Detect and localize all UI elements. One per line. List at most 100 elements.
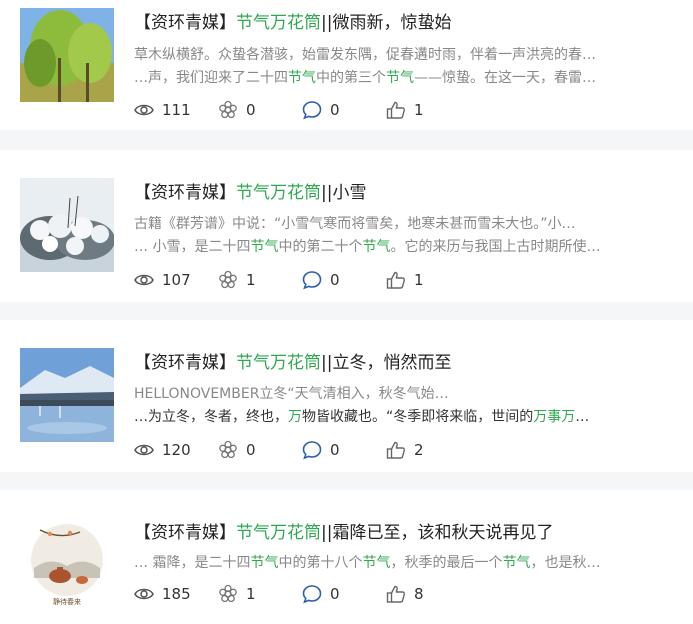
comments-stat[interactable]: 0 bbox=[302, 584, 386, 604]
shares-stat[interactable]: 1 bbox=[218, 584, 302, 604]
eye-icon bbox=[134, 104, 154, 116]
likes-count: 1 bbox=[414, 271, 424, 289]
likes-count: 1 bbox=[414, 101, 424, 119]
comments-stat[interactable]: 0 bbox=[302, 100, 386, 120]
views-count: 185 bbox=[162, 585, 191, 603]
article-excerpt-line-2: … 小雪，是二十四节气中的第二十个节气。它的来历与我国上古时期所使… bbox=[134, 236, 679, 258]
eye-icon bbox=[134, 444, 154, 456]
views-stat: 107 bbox=[134, 270, 218, 290]
excerpt-text: 中的第十八个 bbox=[278, 555, 363, 571]
views-stat: 185 bbox=[134, 584, 218, 604]
article-stats: 111 0 0 1 bbox=[134, 98, 470, 122]
eye-icon bbox=[134, 588, 154, 600]
comments-count: 0 bbox=[330, 101, 340, 119]
article-card[interactable]: 【资环青媒】节气万花筒||小雪 古籍《群芳谱》中说：“小雪气寒而将雪矣，地寒未甚… bbox=[0, 150, 693, 302]
views-stat: 120 bbox=[134, 440, 218, 460]
excerpt-highlight: 节气 bbox=[362, 239, 391, 255]
title-suffix: ||小雪 bbox=[321, 183, 367, 203]
title-highlight: 节气万花筒 bbox=[236, 183, 321, 203]
title-suffix: ||立冬，悄然而至 bbox=[321, 353, 452, 373]
article-title[interactable]: 【资环青媒】节气万花筒||立冬，悄然而至 bbox=[134, 351, 451, 375]
title-prefix: 【资环青媒】 bbox=[134, 183, 236, 203]
article-card[interactable]: 静待春来 【资环青媒】节气万花筒||霜降已至，该和秋天说再见了 … 霜降，是二十… bbox=[0, 490, 693, 624]
likes-stat[interactable]: 1 bbox=[386, 100, 470, 120]
title-suffix: ||霜降已至，该和秋天说再见了 bbox=[321, 523, 554, 543]
share-flower-icon[interactable] bbox=[218, 100, 238, 120]
article-excerpt-line-1: HELLONOVEMBER立冬“天气清相入，秋冬气始… bbox=[134, 383, 679, 405]
excerpt-text: …声，我们迎来了二十四 bbox=[134, 70, 288, 86]
shares-stat[interactable]: 1 bbox=[218, 270, 302, 290]
shares-count: 0 bbox=[246, 441, 256, 459]
thumb-caption: 静待春来 bbox=[53, 597, 81, 606]
excerpt-highlight: 万事万 bbox=[533, 409, 576, 425]
excerpt-highlight: 节气 bbox=[288, 70, 316, 86]
article-title[interactable]: 【资环青媒】节气万花筒||小雪 bbox=[134, 181, 366, 205]
excerpt-text: 中的第二十个 bbox=[278, 239, 363, 255]
article-excerpt-line-1: … 霜降，是二十四节气中的第十八个节气，秋季的最后一个节气，也是秋… bbox=[134, 552, 679, 574]
comments-stat[interactable]: 0 bbox=[302, 270, 386, 290]
article-thumbnail[interactable] bbox=[20, 8, 114, 102]
excerpt-text: HELLONOVEMBER立冬“天气清相入，秋冬气始… bbox=[134, 386, 449, 402]
share-flower-icon[interactable] bbox=[218, 584, 238, 604]
excerpt-highlight: 节气 bbox=[250, 555, 279, 571]
excerpt-text: … bbox=[575, 409, 590, 425]
excerpt-text: ——惊蛰。在这一天，春雷… bbox=[414, 70, 596, 86]
article-thumbnail[interactable] bbox=[20, 178, 114, 272]
shares-count: 1 bbox=[246, 271, 256, 289]
title-highlight: 节气万花筒 bbox=[236, 13, 321, 33]
shares-stat[interactable]: 0 bbox=[218, 440, 302, 460]
article-stats: 185 1 0 8 bbox=[134, 582, 470, 606]
article-thumbnail[interactable]: 静待春来 bbox=[20, 518, 114, 612]
article-excerpt-line-2: …声，我们迎来了二十四节气中的第三个节气——惊蛰。在这一天，春雷… bbox=[134, 67, 679, 89]
views-stat: 111 bbox=[134, 100, 218, 120]
article-title[interactable]: 【资环青媒】节气万花筒||霜降已至，该和秋天说再见了 bbox=[134, 521, 553, 545]
excerpt-text: … 霜降，是二十四 bbox=[134, 555, 251, 571]
comment-bubble-icon[interactable] bbox=[302, 270, 322, 290]
excerpt-text: 中的第三个 bbox=[316, 70, 386, 86]
likes-stat[interactable]: 2 bbox=[386, 440, 470, 460]
article-excerpt-line-1: 古籍《群芳谱》中说：“小雪气寒而将雪矣，地寒未甚而雪未大也。”小… bbox=[134, 213, 679, 235]
excerpt-text: 草木纵横舒。众蛰各潜骇，始雷发东隅，促春遘时雨，伴着一声洪亮的春… bbox=[134, 47, 596, 63]
title-highlight: 节气万花筒 bbox=[236, 353, 321, 373]
article-card[interactable]: 【资环青媒】节气万花筒||立冬，悄然而至 HELLONOVEMBER立冬“天气清… bbox=[0, 320, 693, 472]
title-highlight: 节气万花筒 bbox=[236, 523, 321, 543]
article-stats: 120 0 0 2 bbox=[134, 438, 470, 462]
excerpt-text: 古籍《群芳谱》中说：“小雪气寒而将雪矣，地寒未甚而雪未大也。”小… bbox=[134, 216, 576, 232]
excerpt-highlight: 节气 bbox=[502, 555, 531, 571]
share-flower-icon[interactable] bbox=[218, 270, 238, 290]
comment-bubble-icon[interactable] bbox=[302, 100, 322, 120]
share-flower-icon[interactable] bbox=[218, 440, 238, 460]
shares-count: 0 bbox=[246, 101, 256, 119]
article-excerpt-line-1: 草木纵横舒。众蛰各潜骇，始雷发东隅，促春遘时雨，伴着一声洪亮的春… bbox=[134, 44, 679, 66]
article-title[interactable]: 【资环青媒】节气万花筒||微雨新，惊蛰始 bbox=[134, 11, 451, 35]
excerpt-text: 。它的来历与我国上古时期所使… bbox=[390, 239, 601, 255]
excerpt-highlight: 节气 bbox=[362, 555, 391, 571]
comments-count: 0 bbox=[330, 585, 340, 603]
title-prefix: 【资环青媒】 bbox=[134, 13, 236, 33]
comments-stat[interactable]: 0 bbox=[302, 440, 386, 460]
eye-icon bbox=[134, 274, 154, 286]
excerpt-highlight: 节气 bbox=[386, 70, 414, 86]
thumbs-up-icon[interactable] bbox=[386, 584, 406, 604]
article-card[interactable]: 【资环青媒】节气万花筒||微雨新，惊蛰始 草木纵横舒。众蛰各潜骇，始雷发东隅，促… bbox=[0, 0, 693, 130]
comment-bubble-icon[interactable] bbox=[302, 584, 322, 604]
excerpt-highlight: 节气 bbox=[250, 239, 279, 255]
likes-count: 8 bbox=[414, 585, 424, 603]
comments-count: 0 bbox=[330, 271, 340, 289]
shares-stat[interactable]: 0 bbox=[218, 100, 302, 120]
title-suffix: ||微雨新，惊蛰始 bbox=[321, 13, 452, 33]
article-stats: 107 1 0 1 bbox=[134, 268, 470, 292]
comments-count: 0 bbox=[330, 441, 340, 459]
thumbs-up-icon[interactable] bbox=[386, 440, 406, 460]
title-prefix: 【资环青媒】 bbox=[134, 523, 236, 543]
shares-count: 1 bbox=[246, 585, 256, 603]
article-thumbnail[interactable] bbox=[20, 348, 114, 442]
thumbs-up-icon[interactable] bbox=[386, 100, 406, 120]
views-count: 111 bbox=[162, 101, 191, 119]
excerpt-text: ，也是秋… bbox=[530, 555, 601, 571]
likes-stat[interactable]: 8 bbox=[386, 584, 470, 604]
excerpt-text: …为立冬，冬者，终也， bbox=[134, 409, 288, 425]
likes-stat[interactable]: 1 bbox=[386, 270, 470, 290]
thumbs-up-icon[interactable] bbox=[386, 270, 406, 290]
comment-bubble-icon[interactable] bbox=[302, 440, 322, 460]
